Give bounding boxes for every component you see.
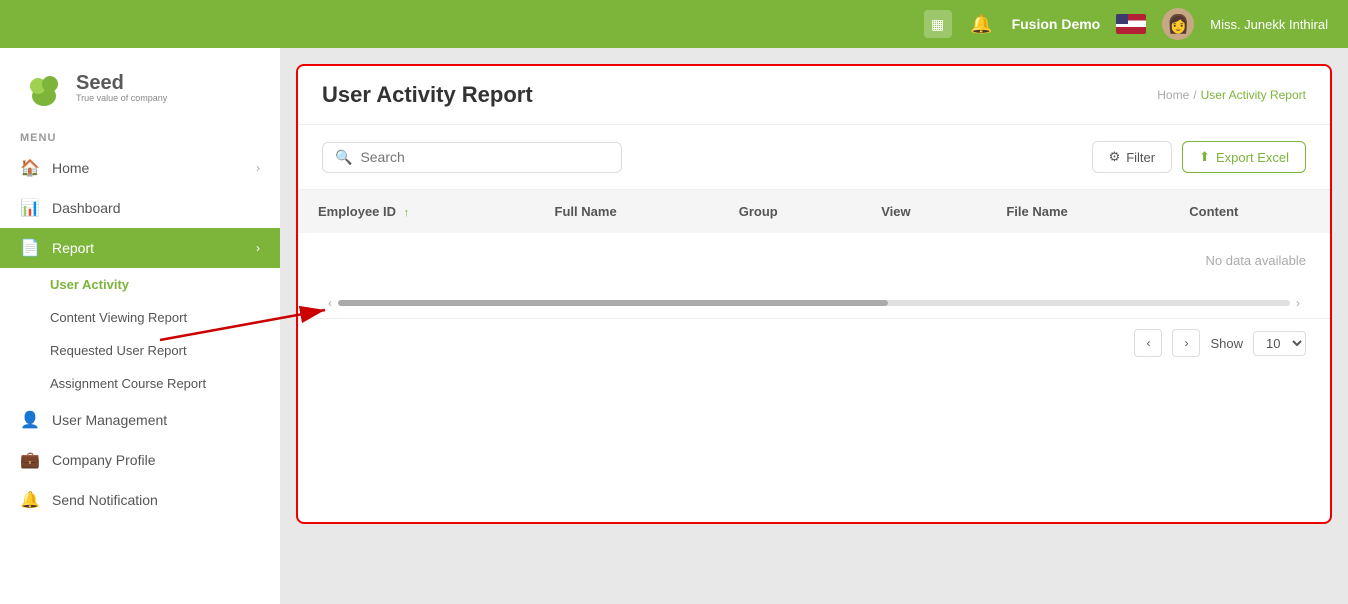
sidebar-subitem-user-activity[interactable]: User Activity (0, 268, 280, 301)
brand-tagline: True value of company (76, 93, 167, 103)
username: Miss. Junekk Inthiral (1210, 17, 1328, 32)
briefcase-icon: 💼 (20, 450, 40, 470)
show-count-select[interactable]: 10 25 50 (1253, 331, 1306, 356)
menu-label: MENU (0, 124, 280, 148)
sort-asc-icon: ↑ (404, 207, 410, 219)
bell-icon[interactable]: 🔔 (968, 10, 996, 38)
scroll-right-icon[interactable]: › (1290, 296, 1306, 310)
sidebar-logo: Seed True value of company (0, 48, 280, 124)
card-toolbar: 🔍 ⚙ Filter ⬆ Export Excel (298, 125, 1330, 190)
breadcrumb-current: User Activity Report (1201, 88, 1306, 102)
prev-page-button[interactable]: ‹ (1134, 329, 1162, 357)
col-label: Employee ID (318, 204, 396, 219)
search-input[interactable] (360, 149, 609, 165)
sub-item-label: Requested User Report (50, 343, 187, 358)
sidebar-item-label: Home (52, 160, 244, 176)
col-group[interactable]: Group (719, 190, 861, 233)
toolbar-right: ⚙ Filter ⬆ Export Excel (1092, 141, 1306, 173)
chevron-right-icon: › (256, 241, 260, 255)
search-box: 🔍 (322, 142, 622, 173)
sidebar: Seed True value of company MENU 🏠 Home ›… (0, 48, 280, 604)
logo-text: Seed True value of company (76, 73, 167, 103)
sub-item-label: Assignment Course Report (50, 376, 206, 391)
sidebar-subitem-assignment-course[interactable]: Assignment Course Report (0, 367, 280, 400)
next-icon: › (1184, 336, 1188, 350)
data-table: Employee ID ↑ Full Name Group View (298, 190, 1330, 233)
breadcrumb-home: Home (1157, 88, 1189, 102)
col-label: File Name (1006, 204, 1067, 219)
sidebar-item-home[interactable]: 🏠 Home › (0, 148, 280, 188)
col-full-name[interactable]: Full Name (535, 190, 719, 233)
top-nav: ▦ 🔔 Fusion Demo 👩 Miss. Junekk Inthiral (0, 0, 1348, 48)
report-icon: 📄 (20, 238, 40, 258)
home-icon: 🏠 (20, 158, 40, 178)
dashboard-icon: 📊 (20, 198, 40, 218)
sidebar-item-label: Company Profile (52, 452, 260, 468)
sidebar-item-dashboard[interactable]: 📊 Dashboard (0, 188, 280, 228)
col-label: Full Name (555, 204, 617, 219)
bell-icon: 🔔 (20, 490, 40, 510)
sidebar-item-report[interactable]: 📄 Report › (0, 228, 280, 268)
brand-name: Seed (76, 73, 167, 93)
col-label: Content (1189, 204, 1238, 219)
next-page-button[interactable]: › (1172, 329, 1200, 357)
no-data-message: No data available (298, 233, 1330, 288)
sub-item-label: Content Viewing Report (50, 310, 187, 325)
sidebar-item-send-notification[interactable]: 🔔 Send Notification (0, 480, 280, 520)
card-header: User Activity Report Home / User Activit… (298, 66, 1330, 125)
scroll-left-icon[interactable]: ‹ (322, 296, 338, 310)
scroll-track[interactable] (338, 300, 1290, 306)
sidebar-item-label: User Management (52, 412, 260, 428)
prev-icon: ‹ (1146, 336, 1150, 350)
table-header: Employee ID ↑ Full Name Group View (298, 190, 1330, 233)
sidebar-item-label: Send Notification (52, 492, 260, 508)
main-layout: Seed True value of company MENU 🏠 Home ›… (0, 48, 1348, 604)
content-area: User Activity Report Home / User Activit… (280, 48, 1348, 604)
language-flag[interactable] (1116, 14, 1146, 34)
breadcrumb-separator: / (1193, 88, 1196, 102)
sidebar-item-user-management[interactable]: 👤 User Management (0, 400, 280, 440)
export-label: Export Excel (1216, 150, 1289, 165)
sidebar-item-company-profile[interactable]: 💼 Company Profile (0, 440, 280, 480)
user-icon: 👤 (20, 410, 40, 430)
sidebar-subitem-content-viewing[interactable]: Content Viewing Report (0, 301, 280, 334)
show-label: Show (1210, 336, 1243, 351)
col-file-name[interactable]: File Name (986, 190, 1169, 233)
col-employee-id[interactable]: Employee ID ↑ (298, 190, 535, 233)
scroll-thumb[interactable] (338, 300, 888, 306)
filter-label: Filter (1126, 150, 1155, 165)
breadcrumb: Home / User Activity Report (1157, 88, 1306, 102)
page-title: User Activity Report (322, 82, 533, 108)
search-icon: 🔍 (335, 149, 352, 166)
col-label: View (881, 204, 910, 219)
avatar[interactable]: 👩 (1162, 8, 1194, 40)
grid-icon[interactable]: ▦ (924, 10, 952, 38)
col-view[interactable]: View (861, 190, 986, 233)
col-content[interactable]: Content (1169, 190, 1330, 233)
table-container: Employee ID ↑ Full Name Group View (298, 190, 1330, 288)
main-card: User Activity Report Home / User Activit… (296, 64, 1332, 524)
export-icon: ⬆ (1199, 149, 1210, 165)
sub-item-label: User Activity (50, 277, 129, 292)
sidebar-item-label: Report (52, 240, 244, 256)
filter-button[interactable]: ⚙ Filter (1092, 141, 1173, 173)
export-excel-button[interactable]: ⬆ Export Excel (1182, 141, 1306, 173)
sidebar-subitem-requested-user[interactable]: Requested User Report (0, 334, 280, 367)
chevron-right-icon: › (256, 161, 260, 175)
logo-icon (20, 64, 68, 112)
sidebar-item-label: Dashboard (52, 200, 260, 216)
horizontal-scrollbar: ‹ › (298, 288, 1330, 318)
col-label: Group (739, 204, 778, 219)
card-footer: ‹ › Show 10 25 50 (298, 318, 1330, 367)
filter-icon: ⚙ (1109, 149, 1121, 165)
company-name: Fusion Demo (1012, 16, 1101, 32)
